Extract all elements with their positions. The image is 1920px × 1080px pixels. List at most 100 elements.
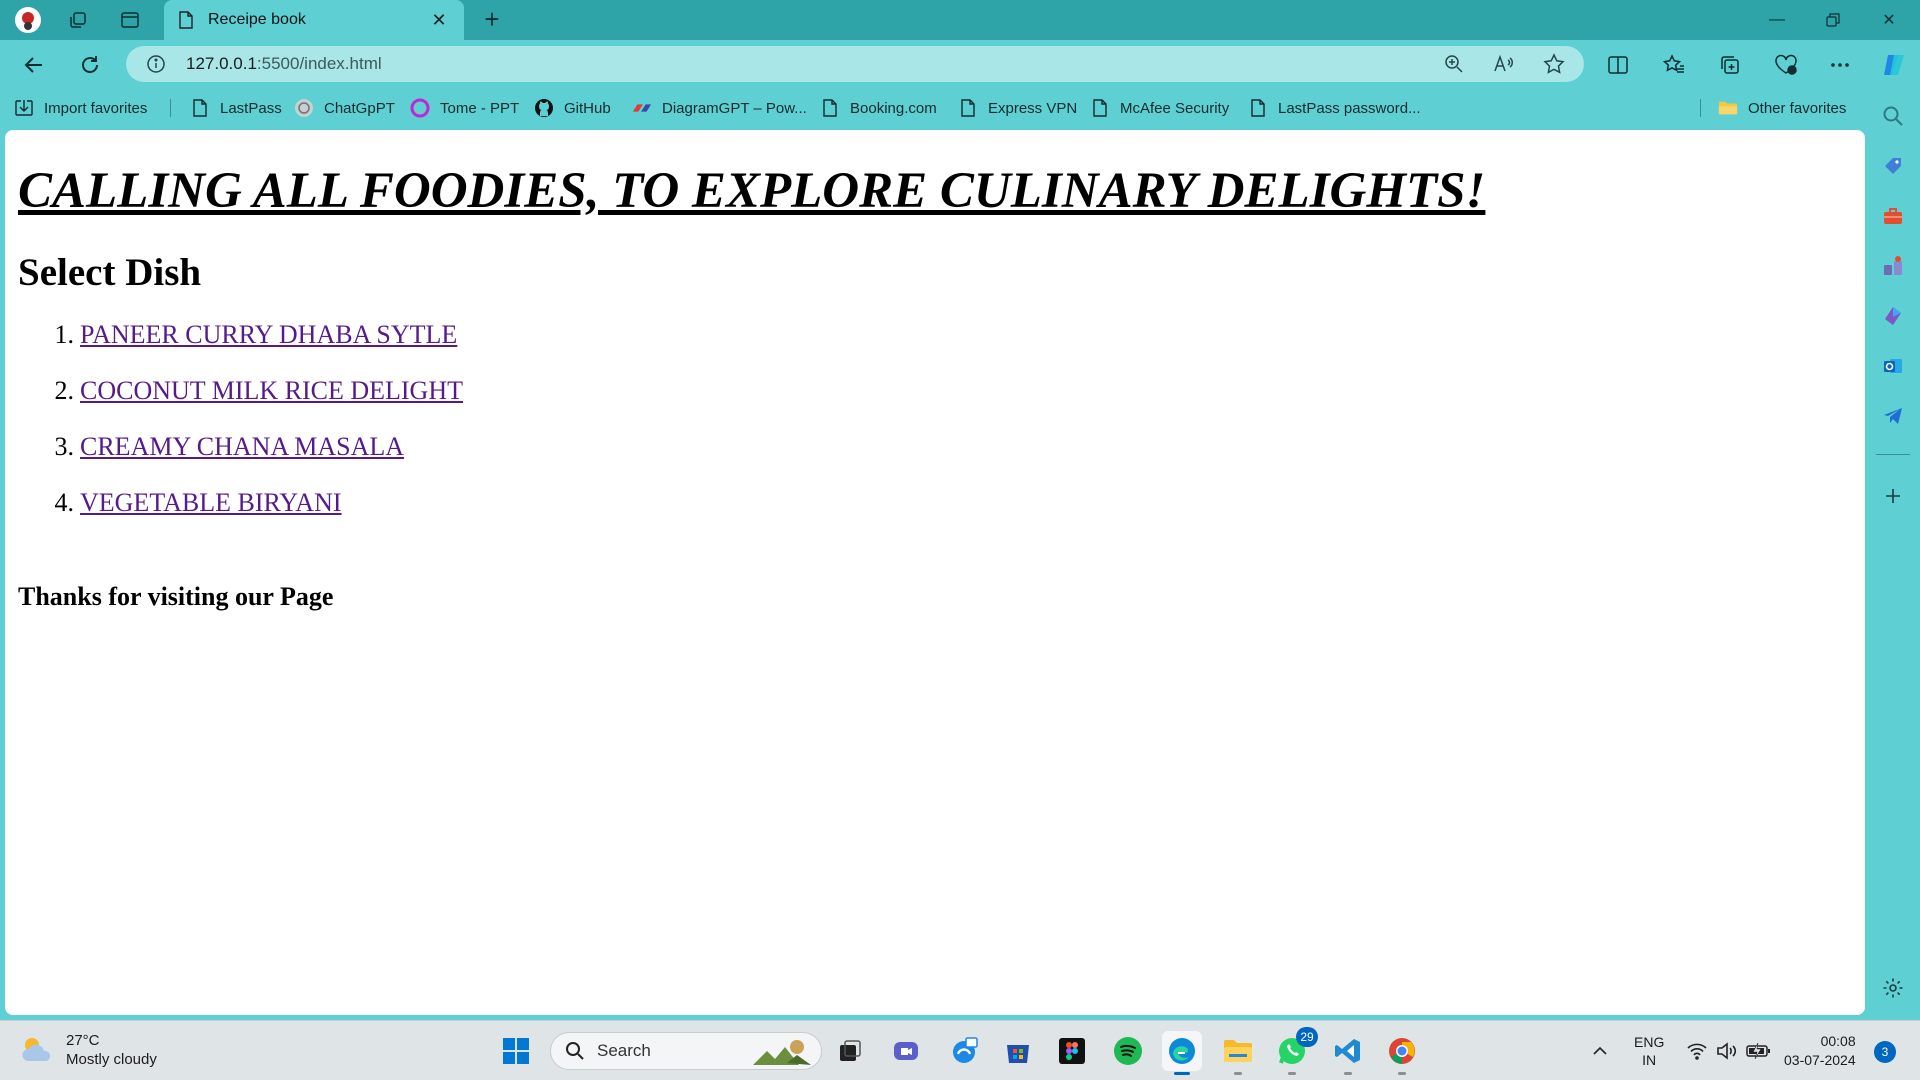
collections-icon[interactable] [1714, 49, 1746, 81]
restore-button[interactable] [1806, 0, 1860, 40]
fav-label: LastPass password... [1278, 99, 1421, 117]
add-sidebar-app-icon[interactable] [1879, 482, 1907, 510]
sidebar-settings-icon[interactable] [1879, 974, 1907, 1002]
spotify-icon[interactable] [1108, 1031, 1148, 1071]
whatsapp-icon[interactable]: 29 [1272, 1027, 1318, 1075]
split-screen-icon[interactable] [1602, 49, 1634, 81]
favorites-divider [170, 99, 171, 117]
chevron-up-icon [1593, 1046, 1607, 1055]
dish-link-vegetable-biryani[interactable]: VEGETABLE BIRYANI [80, 488, 342, 518]
new-tab-button[interactable]: + [478, 6, 506, 34]
fav-chatgpt[interactable]: ChatGpPT [294, 96, 395, 120]
tab-close-icon[interactable]: ✕ [428, 9, 450, 31]
list-number: 2. [54, 376, 75, 405]
edge-dev-mail-icon[interactable] [944, 1031, 984, 1071]
fav-tome-ppt[interactable]: Tome - PPT [410, 96, 519, 120]
fav-lastpass-password[interactable]: LastPass password... [1248, 96, 1421, 120]
search-icon [566, 1042, 584, 1060]
games-icon[interactable] [1879, 252, 1907, 280]
page-icon [190, 98, 210, 118]
dish-link-coconut-milk-rice[interactable]: COCONUT MILK RICE DELIGHT [80, 376, 463, 406]
tab-receipe-book[interactable]: Receipe book ✕ [164, 0, 464, 40]
more-options-icon[interactable] [1824, 49, 1856, 81]
send-telegram-icon[interactable] [1879, 402, 1907, 430]
fav-booking[interactable]: Booking.com [820, 96, 937, 120]
language-indicator[interactable]: ENG IN [1634, 1021, 1664, 1080]
shopping-tag-icon[interactable] [1879, 152, 1907, 180]
dish-link-chana-masala[interactable]: CREAMY CHANA MASALA [80, 432, 404, 462]
fav-label: McAfee Security [1120, 99, 1230, 117]
back-button[interactable] [18, 49, 50, 81]
fav-label: Booking.com [850, 99, 937, 117]
folder-icon [1718, 98, 1738, 118]
page-icon [1090, 98, 1110, 118]
vscode-icon[interactable] [1328, 1031, 1368, 1075]
wifi-icon [1687, 1043, 1707, 1060]
list-item: 2. COCONUT MILK RICE DELIGHT [18, 376, 464, 432]
site-info-icon[interactable] [146, 54, 166, 79]
fav-diagramgpt[interactable]: DiagramGPT – Pow... [632, 96, 807, 120]
tab-actions-icon[interactable] [116, 6, 144, 34]
fav-label: Import favorites [44, 99, 148, 117]
url-path: :5500/index.html [256, 54, 382, 73]
dish-link-paneer-curry[interactable]: PANEER CURRY DHABA SYTLE [80, 320, 457, 350]
figma-icon[interactable] [1052, 1031, 1092, 1071]
read-aloud-icon[interactable] [1492, 52, 1516, 76]
refresh-button[interactable] [74, 49, 106, 81]
edge-sidebar [1866, 88, 1920, 1016]
profile-avatar[interactable] [14, 6, 42, 34]
task-view-icon[interactable] [830, 1031, 870, 1071]
edge-browser-icon[interactable] [1162, 1031, 1202, 1075]
tools-briefcase-icon[interactable] [1879, 202, 1907, 230]
list-item: 4. VEGETABLE BIRYANI [18, 488, 463, 544]
outlook-icon[interactable] [1879, 352, 1907, 380]
search-icon[interactable] [1879, 102, 1907, 130]
fav-label: Express VPN [988, 99, 1078, 117]
fav-lastpass[interactable]: LastPass [190, 96, 282, 120]
github-icon [534, 98, 554, 118]
browser-essentials-icon[interactable] [1770, 49, 1802, 81]
list-number: 1. [54, 320, 75, 349]
weather-widget[interactable]: 27°C Mostly cloudy [20, 1031, 157, 1069]
fav-import-favorites[interactable]: Import favorites [14, 96, 147, 120]
taskbar-search[interactable]: Search [550, 1032, 822, 1070]
address-bar[interactable]: 127.0.0.1:5500/index.html [126, 46, 1584, 82]
lang-code: ENG [1634, 1034, 1665, 1050]
quick-settings[interactable] [1686, 1021, 1772, 1080]
fav-express-vpn[interactable]: Express VPN [958, 96, 1077, 120]
copilot-sidebar-icon[interactable] [1879, 302, 1907, 330]
favorites-icon[interactable] [1658, 49, 1690, 81]
teams-meet-icon[interactable] [886, 1031, 926, 1071]
list-number: 3. [54, 432, 75, 461]
weather-temp: 27°C [66, 1032, 100, 1049]
tab-title: Receipe book [208, 11, 306, 28]
cloudy-weather-icon [22, 1038, 51, 1061]
close-window-button[interactable]: ✕ [1862, 0, 1916, 40]
windows-taskbar: 27°C Mostly cloudy Search 29 ENG IN 00:0… [0, 1020, 1920, 1080]
url-host: 127.0.0.1 [186, 54, 257, 73]
copilot-icon[interactable] [1878, 49, 1910, 81]
page-icon [958, 98, 978, 118]
url-text[interactable]: 127.0.0.1:5500/index.html [186, 54, 382, 74]
microsoft-store-icon[interactable] [998, 1031, 1038, 1071]
minimize-button[interactable]: — [1750, 0, 1804, 40]
favorite-star-icon[interactable] [1542, 52, 1566, 76]
fav-other-favorites[interactable]: Other favorites [1718, 96, 1846, 120]
show-hidden-icons[interactable] [1592, 1021, 1608, 1080]
fav-github[interactable]: GitHub [534, 96, 611, 120]
notification-count-badge[interactable]: 3 [1874, 1041, 1896, 1063]
diagramgpt-icon [632, 98, 652, 118]
title-bar: Receipe book ✕ + — ✕ [0, 0, 1920, 40]
chrome-icon[interactable] [1382, 1031, 1422, 1075]
file-explorer-icon[interactable] [1218, 1031, 1258, 1075]
fav-label: LastPass [220, 99, 282, 117]
sidebar-divider [1876, 454, 1910, 455]
running-indicator [1234, 1072, 1242, 1075]
workspaces-icon[interactable] [64, 6, 92, 34]
whatsapp-unread-badge: 29 [1296, 1027, 1318, 1047]
thanks-message: Thanks for visiting our Page [18, 582, 334, 611]
start-button[interactable] [496, 1031, 536, 1071]
clock[interactable]: 00:08 03-07-2024 [1784, 1021, 1856, 1080]
zoom-icon[interactable] [1442, 52, 1466, 76]
fav-mcafee[interactable]: McAfee Security [1090, 96, 1229, 120]
